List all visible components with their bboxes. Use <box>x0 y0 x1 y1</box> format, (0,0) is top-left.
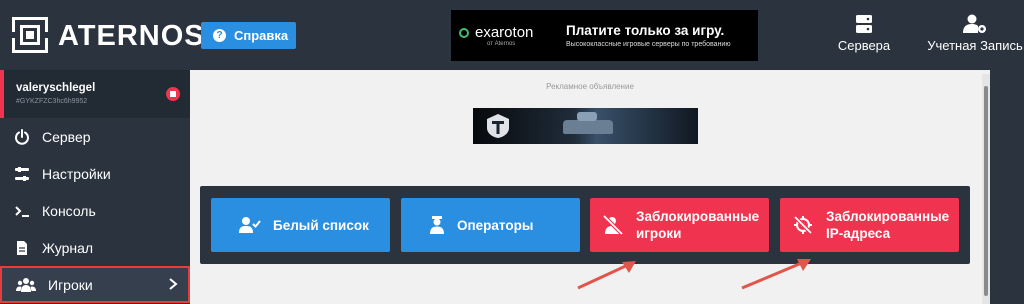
ad-banner[interactable] <box>473 108 698 144</box>
user-id: #GYKZFZC3hc6h9952 <box>16 98 88 105</box>
banned-players-label: Заблокированные игроки <box>636 208 759 242</box>
help-button-label: Справка <box>234 28 289 43</box>
exaroton-logo: exaroton <box>459 24 533 41</box>
question-icon: ? <box>213 29 226 42</box>
user-gear-icon <box>963 14 986 33</box>
sidebar-item-label: Игроки <box>48 276 93 293</box>
annotation-arrow-2b <box>741 259 811 290</box>
sidebar-item-label: Сервер <box>42 128 91 145</box>
ad-label: Рекламное объявление <box>546 82 634 91</box>
terminal-icon <box>15 205 29 217</box>
location-slash-icon <box>793 215 813 235</box>
aternos-logo-icon[interactable] <box>11 17 49 53</box>
sidebar-item-settings[interactable]: Настройки <box>0 155 190 192</box>
sidebar-item-console[interactable]: Консоль <box>0 192 190 229</box>
server-user-block[interactable]: valeryschlegel #GYKZFZC3hc6h9952 <box>0 70 190 118</box>
nav-servers[interactable]: Сервера <box>836 14 892 53</box>
sidebar-item-server[interactable]: Сервер <box>0 118 190 155</box>
operators-button-label: Операторы <box>457 217 534 233</box>
sidebar: valeryschlegel #GYKZFZC3hc6h9952 Сервер … <box>0 70 190 304</box>
whitelist-button-label: Белый список <box>273 217 369 233</box>
top-ad-banner[interactable]: exaroton от Aternos Платите только за иг… <box>451 10 758 61</box>
users-icon <box>16 277 36 292</box>
main-content: Рекламное объявление Белый список Операт… <box>190 70 990 304</box>
banned-players-label-line2: игроки <box>636 226 682 241</box>
exaroton-sub: от Aternos <box>487 41 516 47</box>
help-button[interactable]: ? Справка <box>201 22 296 49</box>
player-actions-panel: Белый список Операторы Заблокированные и… <box>200 186 970 264</box>
ad-headline: Платите только за игру. <box>566 23 725 38</box>
power-icon <box>15 128 29 145</box>
top-bar: ATERNOS ? Справка exaroton от Aternos Пл… <box>0 0 1024 70</box>
banned-ips-button[interactable]: Заблокированные IP-адреса <box>780 198 959 252</box>
annotation-arrow-2 <box>190 70 270 106</box>
nav-account[interactable]: Учетная Запись <box>926 14 1024 53</box>
chevron-right-icon <box>169 278 178 290</box>
nav-servers-label: Сервера <box>837 38 891 53</box>
banned-players-button[interactable]: Заблокированные игроки <box>590 198 769 252</box>
ad-subline: Высококлассные игровые серверы по требов… <box>566 41 731 48</box>
user-check-icon <box>239 217 261 233</box>
banned-players-label-line1: Заблокированные <box>636 209 760 224</box>
brand-name[interactable]: ATERNOS <box>58 20 205 53</box>
exaroton-logo-icon <box>459 27 469 38</box>
wot-logo-icon <box>487 114 509 138</box>
user-slash-icon <box>602 215 624 235</box>
user-operator-icon <box>430 216 444 234</box>
sidebar-item-players[interactable]: Игроки <box>0 266 190 303</box>
sidebar-item-label: Журнал <box>42 239 94 256</box>
sidebar-item-label: Настройки <box>42 165 111 182</box>
tank-image <box>563 112 613 134</box>
whitelist-button[interactable]: Белый список <box>211 198 390 252</box>
sidebar-item-log[interactable]: Журнал <box>0 229 190 266</box>
nav-account-label: Учетная Запись <box>927 38 1023 53</box>
stop-icon[interactable] <box>166 87 180 101</box>
scrollbar[interactable] <box>982 74 990 304</box>
operators-button[interactable]: Операторы <box>401 198 580 252</box>
sidebar-item-label: Консоль <box>42 202 96 219</box>
annotation-arrow-1 <box>577 261 636 290</box>
server-stack-icon <box>856 15 872 33</box>
right-edge <box>990 70 1024 304</box>
scrollbar-thumb[interactable] <box>984 86 988 296</box>
exaroton-brand: exaroton <box>475 24 534 41</box>
banned-ips-label: Заблокированные IP-адреса <box>826 208 949 242</box>
banned-ips-label-line2: IP-адреса <box>826 226 891 241</box>
user-name: valeryschlegel <box>16 82 96 94</box>
banned-ips-label-line1: Заблокированные <box>826 209 950 224</box>
document-icon <box>17 240 27 255</box>
sliders-icon <box>15 166 29 181</box>
